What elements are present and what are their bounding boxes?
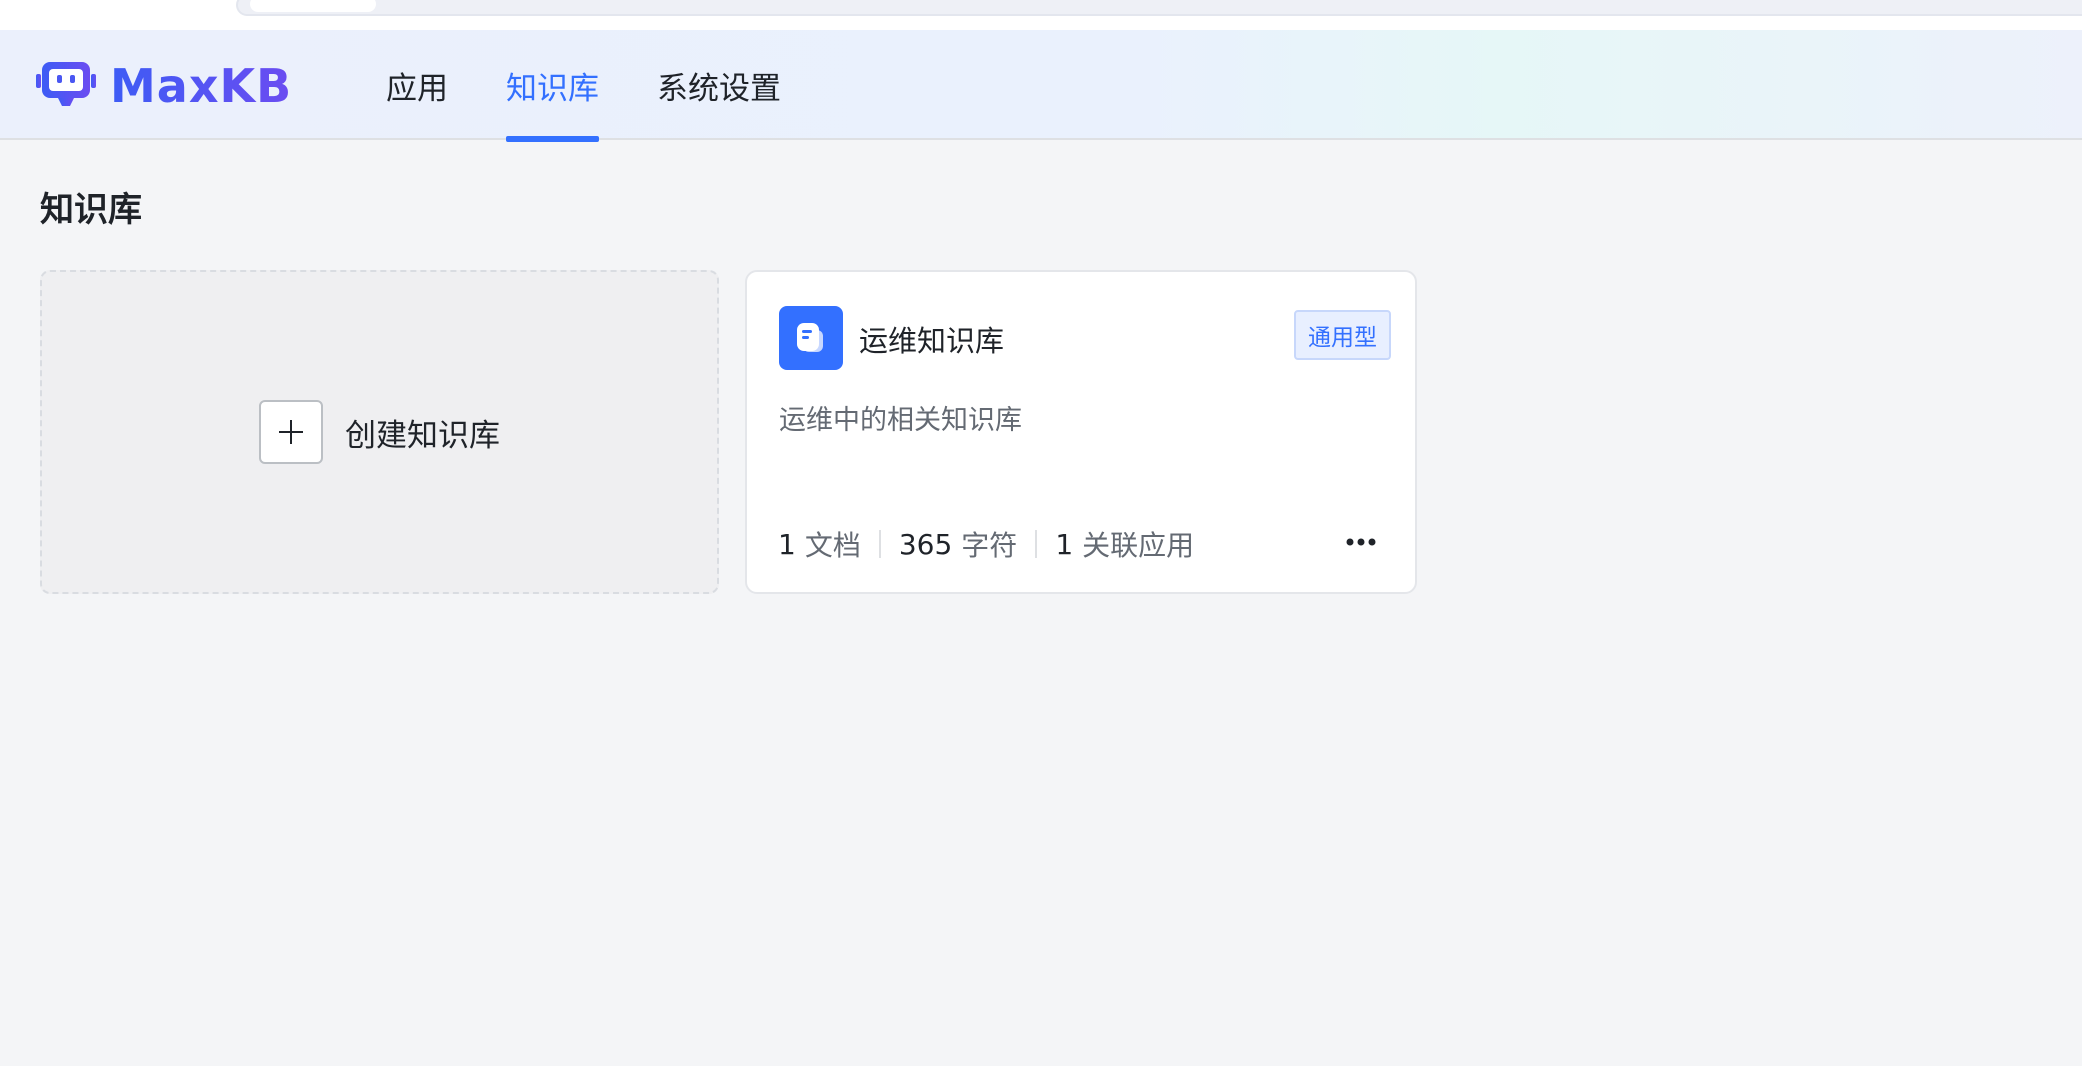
- main-nav: 应用 知识库 系统设置: [386, 30, 839, 142]
- knowledge-base-description: 运维中的相关知识库: [779, 405, 1022, 436]
- browser-tab-pill[interactable]: [250, 0, 376, 12]
- apps-label: 关联应用: [1082, 529, 1195, 562]
- stat-divider: [878, 530, 881, 558]
- robot-logo-icon: [36, 60, 96, 112]
- more-horizontal-icon[interactable]: [1339, 522, 1383, 562]
- nav-tab-apps[interactable]: 应用: [386, 30, 448, 140]
- nav-tab-label: 系统设置: [657, 70, 781, 107]
- chars-count: 365: [898, 527, 953, 561]
- nav-tab-settings[interactable]: 系统设置: [657, 30, 781, 140]
- logo[interactable]: MaxKB: [36, 59, 293, 113]
- app-header: MaxKB 应用 知识库 系统设置: [0, 30, 2082, 142]
- docs-count: 1: [778, 527, 796, 561]
- plus-icon: [259, 400, 323, 464]
- knowledge-base-card[interactable]: 运维知识库 通用型 运维中的相关知识库 1 文档 365 字符 1 关联应用: [745, 270, 1417, 594]
- knowledge-base-name[interactable]: 运维知识库: [859, 318, 1004, 360]
- stat-divider: [1035, 530, 1038, 558]
- knowledge-base-stats: 1 文档 365 字符 1 关联应用: [778, 524, 1194, 564]
- logo-text: MaxKB: [110, 59, 293, 113]
- nav-tab-knowledge[interactable]: 知识库: [506, 30, 599, 142]
- nav-tab-label: 应用: [386, 70, 448, 107]
- document-icon: [779, 306, 843, 370]
- chars-label: 字符: [961, 529, 1018, 562]
- nav-tab-label: 知识库: [506, 70, 599, 107]
- browser-top-strip: [0, 0, 2082, 30]
- page-title: 知识库: [40, 190, 142, 230]
- create-knowledge-card[interactable]: 创建知识库: [40, 270, 719, 594]
- browser-address-bar[interactable]: [236, 0, 2082, 16]
- type-tag: 通用型: [1294, 310, 1391, 360]
- apps-count: 1: [1055, 527, 1074, 561]
- create-knowledge-label: 创建知识库: [345, 417, 500, 454]
- docs-label: 文档: [804, 529, 861, 562]
